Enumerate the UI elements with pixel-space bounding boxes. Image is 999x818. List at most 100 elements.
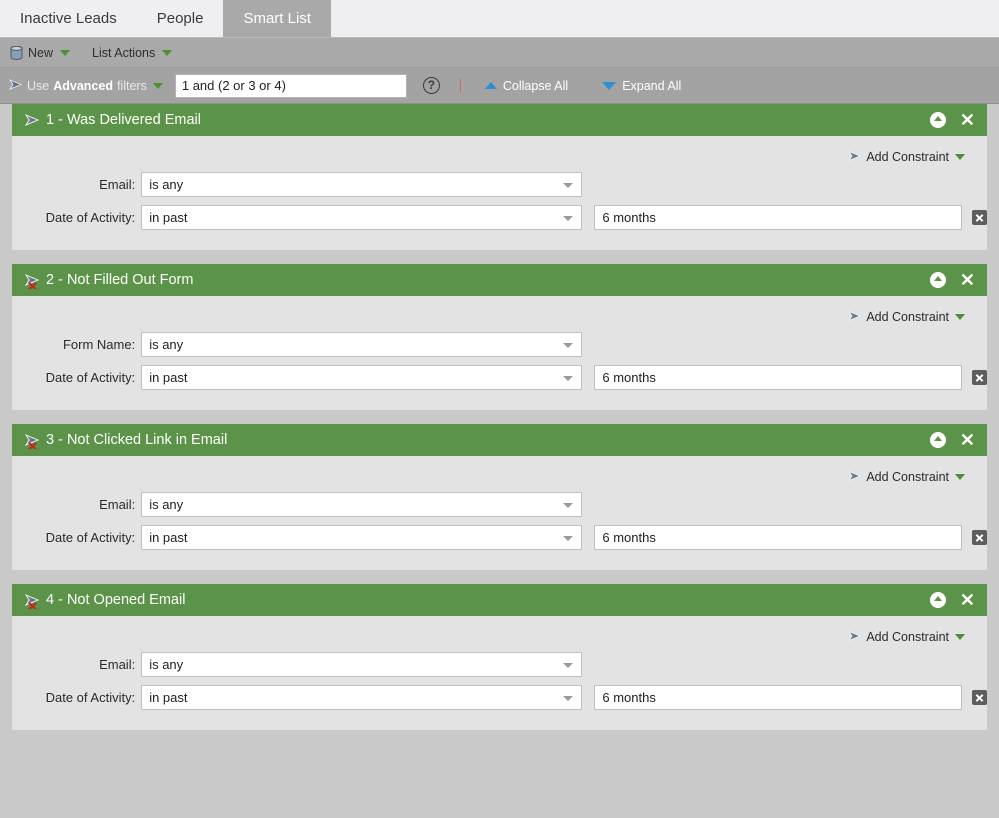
constraint-row-2: Date of Activity: in past: [12, 363, 988, 392]
constraint-row-1: Email: is any: [12, 490, 987, 519]
constraint-rows: Form Name: is any Date of Activity: in p…: [12, 330, 988, 392]
add-constraint-button[interactable]: Add Constraint: [847, 309, 965, 324]
filter-panel-1: 1 - Was Delivered Email ✕ Add Constraint: [12, 104, 988, 250]
constraint-label: Form Name:: [62, 337, 136, 352]
filter-panel-header[interactable]: 3 - Not Clicked Link in Email ✕: [12, 424, 987, 456]
funnel-icon: [24, 113, 40, 128]
up-arrow-circle-icon[interactable]: [929, 432, 946, 448]
help-question-icon[interactable]: ?: [422, 77, 440, 94]
funnel-icon: [847, 149, 862, 164]
clear-x-icon[interactable]: [972, 210, 988, 225]
constraint-value-input[interactable]: [594, 525, 963, 550]
collapse-all-button[interactable]: Collapse All: [484, 78, 569, 93]
funnel-icon: [8, 78, 23, 93]
operator-value: is any: [149, 497, 184, 512]
operator-select[interactable]: in past: [141, 365, 583, 390]
list-actions-button[interactable]: List Actions: [92, 45, 173, 60]
filter-panel-header[interactable]: 1 - Was Delivered Email ✕: [12, 104, 987, 136]
clear-x-icon[interactable]: [972, 370, 988, 385]
constraint-rows: Email: is any Date of Activity: in past: [12, 170, 988, 232]
add-constraint-button[interactable]: Add Constraint: [847, 469, 965, 484]
filter-panel-body: Add Constraint Email: is any Date of Act…: [12, 456, 988, 570]
constraint-value-input[interactable]: [594, 685, 963, 710]
operator-select[interactable]: in past: [141, 525, 583, 550]
constraint-value-input[interactable]: [594, 205, 963, 230]
chevron-down-icon: [955, 153, 965, 160]
add-constraint-label: Add Constraint: [866, 469, 949, 484]
constraint-rows: Email: is any Date of Activity: in past: [12, 650, 988, 712]
tab-smart-list[interactable]: Smart List: [223, 0, 331, 37]
close-x-icon[interactable]: ✕: [960, 591, 975, 609]
add-constraint-row: Add Constraint: [12, 296, 987, 330]
adv-filters-prefix: Use: [27, 78, 50, 93]
operator-select[interactable]: in past: [141, 205, 583, 230]
filter-panel-header[interactable]: 4 - Not Opened Email ✕: [12, 584, 987, 616]
funnel-not-icon: [24, 433, 40, 450]
operator-value: is any: [149, 657, 184, 672]
chevron-down-icon: [955, 313, 965, 320]
operator-select[interactable]: is any: [141, 172, 583, 197]
constraint-row-1: Email: is any: [12, 170, 987, 199]
up-arrow-circle-icon[interactable]: [929, 272, 946, 288]
collapse-all-label: Collapse All: [502, 78, 569, 93]
funnel-icon: [847, 469, 862, 484]
filter-panel-header[interactable]: 2 - Not Filled Out Form ✕: [12, 264, 987, 296]
expand-all-button[interactable]: Expand All: [602, 79, 681, 93]
close-x-icon[interactable]: ✕: [960, 271, 975, 289]
tab-people[interactable]: People: [137, 0, 224, 37]
toolbar-divider: [459, 78, 461, 93]
add-constraint-label: Add Constraint: [866, 309, 949, 324]
expand-all-label: Expand All: [622, 78, 682, 93]
triangle-down-icon: [602, 81, 617, 90]
chevron-down-icon: [60, 49, 71, 56]
chevron-down-icon: [152, 82, 163, 89]
operator-value: is any: [149, 177, 184, 192]
close-x-icon[interactable]: ✕: [960, 111, 975, 129]
clear-x-icon[interactable]: [972, 690, 988, 705]
up-arrow-circle-icon[interactable]: [929, 112, 946, 128]
tab-inactive-leads[interactable]: Inactive Leads: [0, 0, 137, 37]
filter-panel-body: Add Constraint Email: is any Date of Act…: [12, 616, 988, 730]
filter-panel-body: Add Constraint Form Name: is any Date of…: [12, 296, 988, 410]
constraint-value-input[interactable]: [594, 365, 963, 390]
filter-expression-input[interactable]: [174, 73, 407, 98]
use-advanced-filters-button[interactable]: Use Advanced filters: [8, 78, 163, 93]
constraint-label: Date of Activity:: [45, 530, 136, 545]
operator-select[interactable]: is any: [141, 332, 583, 357]
chevron-down-icon: [162, 49, 173, 56]
chevron-down-icon: [563, 696, 574, 701]
list-actions-label: List Actions: [92, 45, 156, 60]
chevron-down-icon: [563, 216, 574, 221]
add-constraint-label: Add Constraint: [866, 629, 949, 644]
operator-select[interactable]: is any: [141, 492, 583, 517]
up-arrow-circle-icon[interactable]: [929, 592, 946, 608]
add-constraint-label: Add Constraint: [866, 149, 949, 164]
operator-select[interactable]: in past: [141, 685, 583, 710]
triangle-up-icon: [484, 82, 497, 89]
chevron-down-icon: [563, 343, 574, 348]
constraint-label: Email:: [99, 177, 136, 192]
new-button[interactable]: New: [10, 45, 71, 60]
add-constraint-row: Add Constraint: [12, 616, 987, 650]
add-constraint-button[interactable]: Add Constraint: [847, 149, 965, 164]
add-constraint-button[interactable]: Add Constraint: [847, 629, 965, 644]
filter-panel-body: Add Constraint Email: is any Date of Act…: [12, 136, 988, 250]
operator-value: in past: [149, 690, 188, 705]
constraint-label: Email:: [99, 657, 136, 672]
constraint-row-2: Date of Activity: in past: [12, 203, 988, 232]
operator-value: in past: [149, 530, 188, 545]
chevron-down-icon: [563, 183, 574, 188]
tab-bar: Inactive Leads People Smart List: [0, 0, 999, 38]
adv-filters-suffix: filters: [116, 78, 147, 93]
filter-panel-title: 2 - Not Filled Out Form: [46, 272, 194, 288]
constraint-label: Date of Activity:: [45, 210, 136, 225]
filter-panel-title: 1 - Was Delivered Email: [46, 112, 201, 128]
operator-select[interactable]: is any: [141, 652, 583, 677]
constraint-label: Email:: [99, 497, 136, 512]
close-x-icon[interactable]: ✕: [960, 431, 975, 449]
advanced-filter-bar: Use Advanced filters ? Collapse All Expa…: [0, 68, 999, 104]
filter-panel-4: 4 - Not Opened Email ✕ Add Constraint Em: [12, 584, 988, 730]
operator-value: in past: [149, 370, 188, 385]
chevron-down-icon: [955, 633, 965, 640]
clear-x-icon[interactable]: [972, 530, 988, 545]
